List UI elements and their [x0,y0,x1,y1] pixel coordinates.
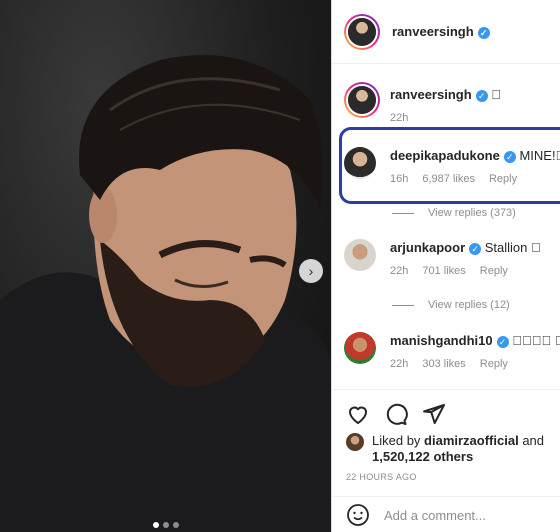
carousel-dot [172,522,179,528]
reply-button[interactable]: Reply [480,265,508,277]
carousel-dots [0,522,331,528]
post-header: ranveersingh ✓ [332,0,560,64]
caption: ranveersingh ✓   22h [344,82,501,124]
comment-text: Stallion   [484,240,541,255]
view-replies-button[interactable]: View replies (12) [392,299,510,311]
carousel-dot [152,522,159,528]
liked-by-user[interactable]: diamirzaofficial [424,433,519,448]
avatar[interactable] [346,433,364,451]
comment-time: 22h [390,265,409,277]
comment-likes[interactable]: 701 likes [422,265,465,277]
verified-badge-icon: ✓ [496,336,509,348]
caption-time: 22h [390,112,409,124]
avatar[interactable] [344,13,380,50]
caption-username[interactable]: ranveersingh [390,87,472,102]
post-side-panel: ranveersingh ✓ ranveersingh ✓   22h deepik… [331,0,560,532]
carousel-next-button[interactable]: › [299,259,323,283]
verified-badge-icon: ✓ [477,27,490,39]
comment-username[interactable]: manishgandhi10 [390,333,493,348]
add-comment-bar[interactable]: Add a comment... [332,496,560,532]
avatar[interactable] [344,239,376,271]
comment-input[interactable]: Add a comment... [384,508,486,523]
liked-by: Liked by diamirzaofficial and 1,520,122 … [346,433,544,465]
header-username[interactable]: ranveersingh ✓ [392,24,490,39]
comment-icon[interactable] [384,402,408,426]
likes-count[interactable]: 1,520,122 others [372,449,473,464]
caption-text:   [491,87,502,102]
comment-time: 22h [390,358,409,370]
highlight-outline [339,127,560,204]
post-photo[interactable]: › [0,0,331,532]
heart-icon[interactable] [346,402,370,426]
avatar[interactable] [344,332,376,364]
comment-item: manishgandhi10✓          22h 303 likes Rep… [344,332,560,370]
view-replies-button[interactable]: View replies (373) [392,207,516,219]
post-timestamp: 22 HOURS AGO [346,472,417,482]
chevron-right-icon: › [308,263,314,279]
smiley-icon[interactable] [346,503,370,527]
comment-username[interactable]: arjunkapoor [390,240,465,255]
reply-button[interactable]: Reply [480,358,508,370]
avatar[interactable] [344,82,380,118]
verified-badge-icon: ✓ [475,90,488,102]
comment-item: arjunkapoor ✓ Stallion   22h 701 likes Repl… [344,239,541,277]
comment-text:          [512,333,560,348]
portrait-illustration [0,55,331,532]
verified-badge-icon: ✓ [469,243,482,255]
carousel-dot [162,522,169,528]
comment-likes[interactable]: 303 likes [422,358,465,370]
share-icon[interactable] [422,402,446,426]
post-actions: Liked by diamirzaofficial and 1,520,122 … [332,389,560,532]
